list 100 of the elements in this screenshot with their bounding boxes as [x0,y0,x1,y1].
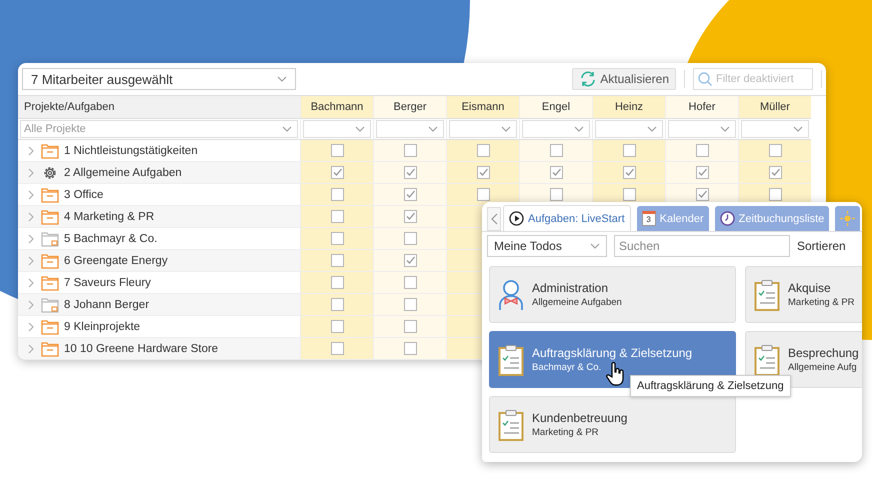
column-filter-select[interactable] [595,120,663,138]
sort-label[interactable]: Sortieren [797,239,846,253]
folder-icon [41,318,59,334]
checkbox[interactable] [550,166,562,179]
expand-chevron-icon[interactable] [28,278,34,288]
column-header: Projekte/Aufgaben [18,96,300,119]
checkbox[interactable] [330,232,344,245]
checkbox[interactable] [404,254,416,267]
checkbox[interactable] [768,144,782,157]
checkbox[interactable] [404,144,416,157]
checkbox[interactable] [330,298,344,311]
back-button[interactable] [487,207,501,231]
checkbox[interactable] [696,188,708,201]
checkbox[interactable] [622,144,636,157]
checkbox[interactable] [550,144,562,157]
project-name: 3 Office [64,188,104,200]
checkbox[interactable] [622,188,636,201]
expand-chevron-icon[interactable] [28,212,34,222]
checkbox[interactable] [404,276,416,289]
column-header: Hofer [665,96,738,119]
task-title: Administration [532,281,610,295]
folder-icon [41,252,59,268]
task-title: Akquise [788,281,832,295]
task-card[interactable]: Kundenbetreuung Marketing & PR [489,396,736,453]
tab[interactable] [835,206,860,231]
chevron-down-icon [720,126,730,132]
chevron-down-icon [355,126,365,132]
folder-icon [41,186,59,202]
checkbox[interactable] [404,210,416,223]
checkbox[interactable] [622,166,636,179]
search-field[interactable]: Suchen [614,235,790,257]
tab[interactable]: Aufgaben: LiveStart [503,205,631,231]
chevron-down-icon [574,126,584,132]
checkbox[interactable] [330,342,344,355]
checkbox[interactable] [330,254,344,267]
checkbox[interactable] [696,144,708,157]
chevron-down-icon [590,243,600,249]
checkbox[interactable] [404,188,416,201]
chevron-down-icon [428,126,438,132]
checkbox[interactable] [330,320,344,333]
checkbox[interactable] [404,166,416,179]
expand-chevron-icon[interactable] [28,256,34,266]
clipboard-icon [498,408,524,440]
expand-chevron-icon[interactable] [28,146,34,156]
checkbox[interactable] [330,188,344,201]
chevron-left-icon [490,213,498,225]
checkbox[interactable] [330,166,344,179]
project-name: Marketing & PR [788,297,855,308]
project-name: 10 10 Greene Hardware Store [64,342,218,354]
checkbox[interactable] [696,166,708,179]
column-header: Heinz [592,96,665,119]
column-filter-select[interactable] [449,120,517,138]
checkbox[interactable] [476,144,490,157]
task-card[interactable]: Administration Allgemeine Aufgaben [489,266,736,323]
sun-icon [840,211,856,226]
tab[interactable]: 3 Kalender [636,206,709,231]
checkbox[interactable] [476,166,490,179]
employee-select[interactable]: 7 Mitarbeiter ausgewählt [22,68,296,90]
project-name: 1 Nichtleistungstätigkeiten [64,144,198,156]
calendar-icon: 3 [642,211,656,226]
column-header: Eismann [446,96,519,119]
checkbox[interactable] [404,298,416,311]
folder-icon [41,296,59,312]
chevron-down-icon [282,126,292,132]
clock-icon [720,211,735,226]
checkbox[interactable] [330,276,344,289]
expand-chevron-icon[interactable] [28,322,34,332]
expand-chevron-icon[interactable] [28,190,34,200]
checkbox[interactable] [768,188,782,201]
todo-scope-select[interactable]: Meine Todos [487,235,607,257]
expand-chevron-icon[interactable] [28,234,34,244]
folder-icon [41,274,59,290]
column-filter-select[interactable] [303,120,371,138]
expand-chevron-icon[interactable] [28,300,34,310]
checkbox[interactable] [404,320,416,333]
checkbox[interactable] [404,342,416,355]
checkbox[interactable] [330,144,344,157]
expand-chevron-icon[interactable] [28,344,34,354]
task-title: Auftragsklärung & Zielsetzung [532,346,692,360]
chevron-down-icon [277,76,287,82]
checkbox[interactable] [330,210,344,223]
column-filter-select[interactable] [741,120,809,138]
checkbox[interactable] [404,232,416,245]
column-filter-select[interactable] [668,120,736,138]
column-filter-select[interactable] [376,120,444,138]
checkbox[interactable] [476,188,490,201]
chevron-down-icon [793,126,803,132]
task-title: Besprechung [788,346,859,360]
column-filter-select[interactable] [522,120,590,138]
clipboard-icon [754,344,780,376]
refresh-button[interactable]: Aktualisieren [572,68,676,90]
checkbox[interactable] [550,188,562,201]
column-header: Engel [519,96,592,119]
column-header: Müller [738,96,811,119]
project-name: Marketing & PR [532,427,600,438]
project-name: 9 Kleinprojekte [64,320,140,332]
task-title: Kundenbetreuung [532,411,628,425]
task-card[interactable]: Akquise Marketing & PR [745,266,862,323]
expand-chevron-icon[interactable] [28,168,34,178]
checkbox[interactable] [768,166,782,179]
